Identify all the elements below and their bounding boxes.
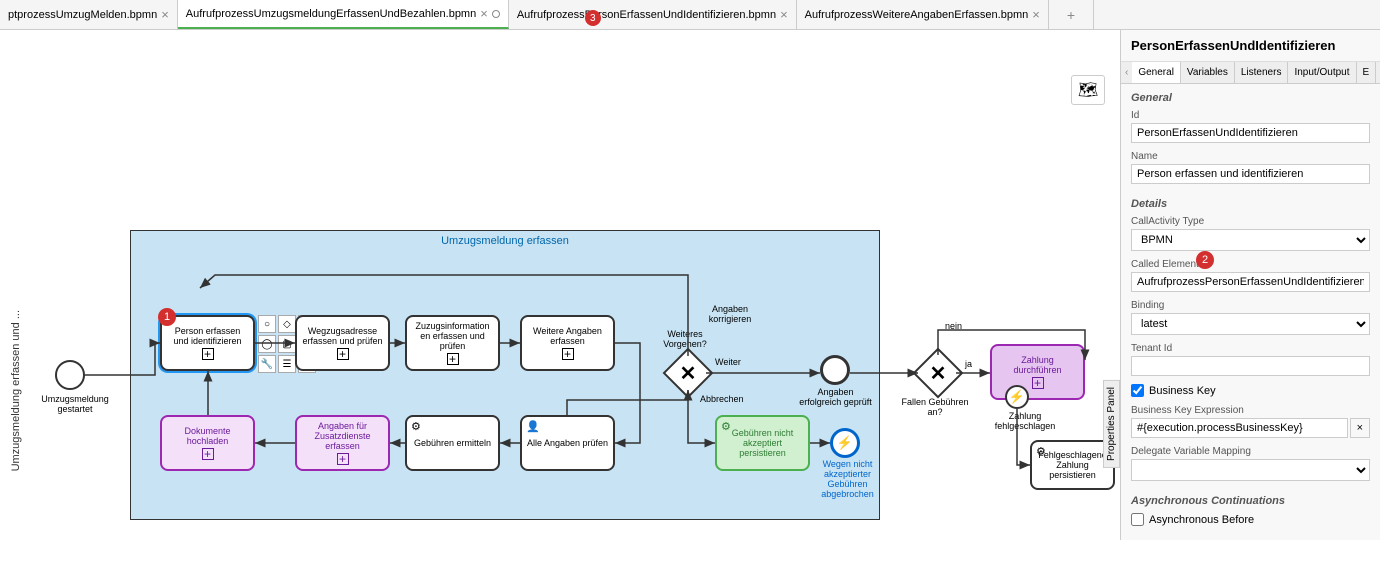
- gw2-label: Fallen Gebühren an?: [895, 398, 975, 418]
- task-person-erfassen[interactable]: Person erfassen und identifizieren+: [160, 315, 255, 371]
- tab-1[interactable]: AufrufprozessUmzugsmeldungErfassenUndBez…: [178, 0, 509, 29]
- task-zusatzdienste[interactable]: Angaben für Zusatzdienste erfassen+: [295, 415, 390, 471]
- dvm-select[interactable]: [1131, 459, 1370, 481]
- annotation-2: 2: [1196, 251, 1214, 269]
- diagram-canvas[interactable]: Umzugsmeldung erfassen und ... 🗺 Umzugsm…: [0, 30, 1120, 540]
- subprocess-icon: +: [202, 448, 214, 460]
- service-icon: ⚙: [411, 420, 421, 433]
- subprocess-icon: +: [337, 453, 349, 465]
- name-label: Name: [1131, 151, 1370, 162]
- pad-append-icon[interactable]: ◯: [258, 335, 276, 353]
- label-ja: ja: [965, 360, 972, 370]
- close-icon[interactable]: ×: [161, 7, 169, 22]
- task-dokumente[interactable]: Dokumente hochladen+: [160, 415, 255, 471]
- called-label: Called Element: [1131, 259, 1370, 270]
- task-pruefen[interactable]: 👤Alle Angaben prüfen: [520, 415, 615, 471]
- annotation-1: 1: [158, 308, 176, 326]
- close-icon[interactable]: ×: [1032, 7, 1040, 22]
- close-icon[interactable]: ×: [780, 7, 788, 22]
- bk-checkbox[interactable]: [1131, 384, 1144, 397]
- subprocess-icon: +: [202, 348, 214, 360]
- end-abgebrochen[interactable]: ⚡: [830, 428, 860, 458]
- pool-umzugsmeldung[interactable]: Umzugsmeldung erfassen: [130, 230, 880, 520]
- service-icon: ⚙: [1036, 445, 1046, 458]
- pad-event-icon[interactable]: ○: [258, 315, 276, 333]
- minimap-button[interactable]: 🗺: [1071, 75, 1105, 105]
- task-zahlung[interactable]: Zahlung durchführen+: [990, 344, 1085, 400]
- close-icon[interactable]: ×: [480, 6, 488, 21]
- label-zfehl: Zahlung fehlgeschlagen: [990, 412, 1060, 432]
- prop-tab-variables[interactable]: Variables: [1181, 62, 1235, 83]
- start-label: Umzugsmeldung gestartet: [40, 395, 110, 415]
- name-input[interactable]: [1131, 164, 1370, 184]
- annotation-3: 3: [585, 10, 601, 26]
- prop-tab-listeners[interactable]: Listeners: [1235, 62, 1289, 83]
- start-event[interactable]: [55, 360, 85, 390]
- id-label: Id: [1131, 110, 1370, 121]
- label-korr: Angaben korrigieren: [700, 305, 760, 325]
- prop-tabs-scroll-left[interactable]: ‹: [1121, 62, 1132, 83]
- subprocess-icon: +: [562, 348, 574, 360]
- subprocess-icon: +: [447, 353, 459, 365]
- id-input[interactable]: [1131, 123, 1370, 143]
- end-geprueft-label: Angaben erfolgreich geprüft: [798, 388, 873, 408]
- label-weiter: Weiter: [715, 358, 741, 368]
- tab-new[interactable]: +: [1049, 0, 1094, 29]
- label-nein: nein: [945, 322, 962, 332]
- task-weitere[interactable]: Weitere Angaben erfassen+: [520, 315, 615, 371]
- dirty-icon: [492, 10, 500, 18]
- map-icon: 🗺: [1078, 80, 1098, 100]
- end-geprueft[interactable]: [820, 355, 850, 385]
- tab-0[interactable]: ptprozessUmzugMelden.bpmn×: [0, 0, 178, 29]
- binding-label: Binding: [1131, 300, 1370, 311]
- label-abbr: Abbrechen: [700, 395, 744, 405]
- async-before-checkbox[interactable]: [1131, 513, 1144, 526]
- section-general: General: [1121, 84, 1380, 108]
- async-before-check[interactable]: Asynchronous Before: [1131, 513, 1370, 526]
- boundary-event[interactable]: ⚡: [1005, 385, 1029, 409]
- end-abgebr-label: Wegen nicht akzeptierter Gebühren abgebr…: [815, 460, 880, 500]
- gw-label: Weiteres Vorgehen?: [655, 330, 715, 350]
- prop-tab-ext[interactable]: E: [1357, 62, 1377, 83]
- pad-task-icon[interactable]: ▢: [278, 335, 296, 353]
- gateway-gebuehren[interactable]: ✕: [913, 348, 964, 399]
- subprocess-icon: +: [1032, 377, 1044, 389]
- lane-label: Umzugsmeldung erfassen und ...: [10, 310, 22, 471]
- bke-input[interactable]: [1131, 418, 1348, 438]
- tenant-input[interactable]: [1131, 356, 1370, 376]
- pad-wrench-icon[interactable]: 🔧: [258, 355, 276, 373]
- catype-select[interactable]: BPMN: [1131, 229, 1370, 251]
- properties-panel: PersonErfassenUndIdentifizieren ‹ Genera…: [1120, 30, 1380, 540]
- section-details: Details: [1121, 190, 1380, 214]
- bke-clear[interactable]: ×: [1350, 418, 1370, 438]
- task-wegzug[interactable]: Wegzugsadresse erfassen und prüfen+: [295, 315, 390, 371]
- pad-gateway-icon[interactable]: ◇: [278, 315, 296, 333]
- task-gebuehren-persist[interactable]: ⚙Gebühren nicht akzeptiert persistieren: [715, 415, 810, 471]
- pool-title: Umzugsmeldung erfassen: [131, 231, 879, 251]
- user-icon: 👤: [526, 420, 540, 433]
- prop-title: PersonErfassenUndIdentifizieren: [1121, 30, 1380, 62]
- called-input[interactable]: [1131, 272, 1370, 292]
- binding-select[interactable]: latest: [1131, 313, 1370, 335]
- subprocess-icon: +: [337, 348, 349, 360]
- prop-tabs: ‹ General Variables Listeners Input/Outp…: [1121, 62, 1380, 84]
- tab-bar: ptprozessUmzugMelden.bpmn× Aufrufprozess…: [0, 0, 1380, 30]
- properties-toggle[interactable]: Properties Panel: [1103, 380, 1120, 468]
- plus-icon: +: [1057, 7, 1085, 23]
- pad-text-icon[interactable]: ☰: [278, 355, 296, 373]
- tenant-label: Tenant Id: [1131, 343, 1370, 354]
- task-gebuehren[interactable]: ⚙Gebühren ermitteln: [405, 415, 500, 471]
- catype-label: CallActivity Type: [1131, 216, 1370, 227]
- bke-label: Business Key Expression: [1131, 405, 1370, 416]
- signal-icon: ⚡: [833, 431, 857, 455]
- tab-3[interactable]: AufrufprozessWeitereAngabenErfassen.bpmn…: [797, 0, 1049, 29]
- prop-tab-io[interactable]: Input/Output: [1288, 62, 1356, 83]
- section-async: Asynchronous Continuations: [1121, 487, 1380, 511]
- prop-tab-general[interactable]: General: [1132, 62, 1181, 83]
- service-icon: ⚙: [721, 420, 731, 433]
- dvm-label: Delegate Variable Mapping: [1131, 446, 1370, 457]
- bk-check[interactable]: Business Key: [1131, 384, 1370, 397]
- tab-2[interactable]: AufrufprozessPersonErfassenUndIdentifizi…: [509, 0, 797, 29]
- task-zuzug[interactable]: Zuzugsinformation en erfassen und prüfen…: [405, 315, 500, 371]
